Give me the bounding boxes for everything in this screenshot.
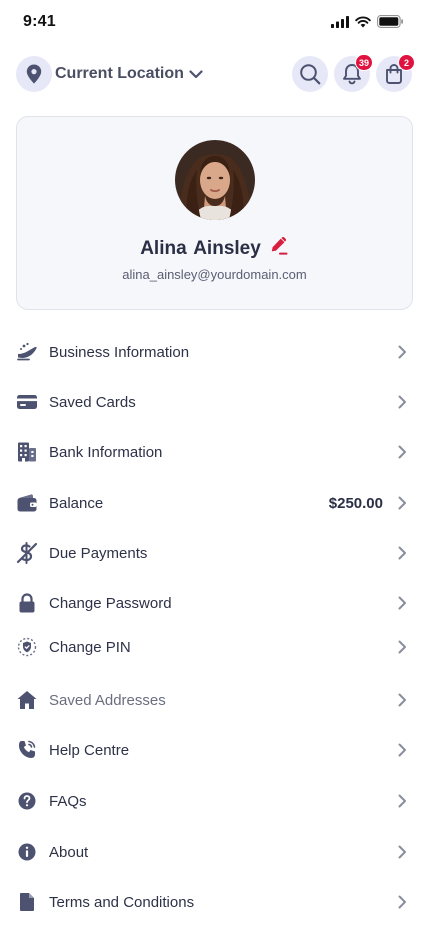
menu-label: FAQs <box>49 792 87 810</box>
menu-label: Due Payments <box>49 544 148 562</box>
notifications-badge: 39 <box>354 54 373 71</box>
profile-name: Alina Ainsley <box>140 237 261 259</box>
edit-profile-icon[interactable] <box>269 236 289 261</box>
wallet-icon <box>16 492 38 514</box>
chevron-right-icon <box>395 640 409 654</box>
cart-button[interactable]: 2 <box>376 54 415 92</box>
top-header: Current Location 39 2 <box>16 54 415 92</box>
cart-badge: 2 <box>398 54 415 71</box>
menu-item-business-information[interactable]: Business Information <box>16 334 412 370</box>
menu-label: Help Centre <box>49 741 130 759</box>
profile-card: Alina Ainsley alina_ainsley@yourdomain.c… <box>16 116 413 310</box>
menu-label: Saved Addresses <box>49 691 166 709</box>
profile-email: alina_ainsley@yourdomain.com <box>122 267 307 282</box>
menu-item-change-password[interactable]: Change Password <box>16 585 412 621</box>
menu-item-due-payments[interactable]: Due Payments <box>16 535 412 571</box>
cellular-signal-icon <box>331 15 349 28</box>
chevron-right-icon <box>395 845 409 859</box>
chevron-right-icon <box>395 596 409 610</box>
menu-item-terms-and-conditions[interactable]: Terms and Conditions <box>16 884 412 920</box>
phone-icon <box>16 739 38 761</box>
menu-label: Change PIN <box>49 638 131 656</box>
menu-item-change-pin[interactable]: Change PIN <box>16 629 412 665</box>
location-pin-icon <box>16 56 52 92</box>
menu-label: Balance <box>49 494 104 512</box>
menu-label: Business Information <box>49 343 190 361</box>
notifications-button[interactable]: 39 <box>334 54 373 92</box>
menu-label: About <box>49 843 89 861</box>
search-button[interactable] <box>292 56 328 92</box>
menu-label: Saved Cards <box>49 393 136 411</box>
chevron-right-icon <box>395 395 409 409</box>
avatar[interactable] <box>175 140 255 220</box>
chevron-right-icon <box>395 743 409 757</box>
current-location-label: Current Location <box>55 65 184 82</box>
status-icons <box>331 15 404 28</box>
current-location-button[interactable]: Current Location <box>16 56 203 92</box>
status-time: 9:41 <box>23 13 56 30</box>
no-money-icon <box>16 542 38 564</box>
question-icon <box>16 790 38 812</box>
menu-item-saved-addresses[interactable]: Saved Addresses <box>16 682 412 718</box>
chevron-right-icon <box>395 693 409 707</box>
card-icon <box>16 391 38 413</box>
chevron-right-icon <box>395 794 409 808</box>
profile-name-row: Alina Ainsley <box>17 236 412 261</box>
home-icon <box>16 689 38 711</box>
battery-icon <box>377 15 403 28</box>
info-icon <box>16 841 38 863</box>
bank-building-icon <box>16 441 38 463</box>
menu-item-balance[interactable]: Balance $250.00 <box>16 485 412 521</box>
menu-label: Change Password <box>49 594 172 612</box>
chevron-right-icon <box>395 345 409 359</box>
menu-item-saved-cards[interactable]: Saved Cards <box>16 384 412 420</box>
menu-label: Terms and Conditions <box>49 893 195 911</box>
menu-item-help-centre[interactable]: Help Centre <box>16 732 412 768</box>
pin-shield-icon <box>16 636 38 658</box>
menu-label: Bank Information <box>49 443 163 461</box>
chevron-right-icon <box>395 445 409 459</box>
chevron-right-icon <box>395 546 409 560</box>
menu-item-bank-information[interactable]: Bank Information <box>16 434 412 470</box>
menu-item-faqs[interactable]: FAQs <box>16 783 412 819</box>
wifi-icon <box>355 16 371 27</box>
chevron-right-icon <box>395 496 409 510</box>
document-icon <box>16 891 38 913</box>
business-icon <box>16 341 38 363</box>
chevron-right-icon <box>395 895 409 909</box>
balance-amount: $250.00 <box>328 494 383 512</box>
menu-item-about[interactable]: About <box>16 834 412 870</box>
lock-icon <box>16 592 38 614</box>
header-actions: 39 2 <box>292 54 415 92</box>
search-icon <box>300 64 321 85</box>
status-bar: 9:41 <box>0 0 428 44</box>
chevron-down-icon <box>189 69 203 79</box>
